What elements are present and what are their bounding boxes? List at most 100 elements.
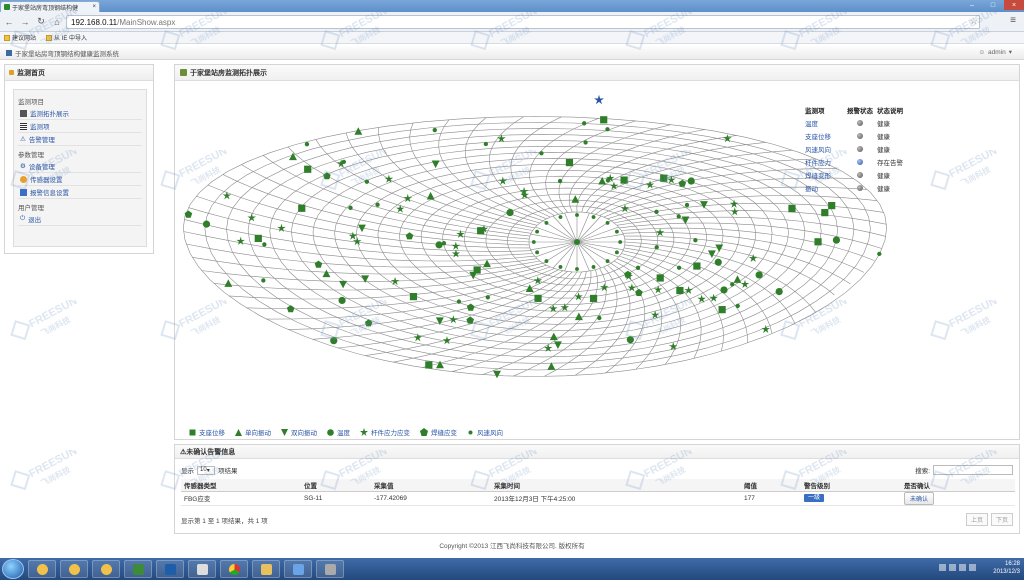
taskbar-ie[interactable] [28,560,56,578]
sensor-marker[interactable] [477,227,485,235]
home-icon[interactable]: ⌂ [52,17,62,27]
sensor-marker[interactable] [314,260,323,268]
sensor-marker[interactable] [733,275,742,283]
sidebar-item-alarm-settings[interactable]: 报警信息设置 [18,186,142,199]
sensor-marker[interactable] [575,213,579,217]
sensor-marker[interactable] [431,160,440,169]
legend-item[interactable]: 焊缝应变 [420,427,457,437]
sensor-marker[interactable] [583,140,588,145]
sensor-marker[interactable] [660,174,668,182]
taskbar-ie2[interactable] [60,560,88,578]
sidebar-item-monitor-items[interactable]: 监测项 [18,120,142,133]
sensor-marker[interactable] [565,158,574,167]
legend-item[interactable]: 杆件应力应变 [360,427,410,437]
taskbar-chrome[interactable] [220,560,248,578]
status-item-link[interactable]: 杆件应力 [805,157,843,167]
sensor-marker[interactable] [575,267,579,271]
sidebar-item-logout[interactable]: ⏻ 退出 [18,213,142,226]
sensor-marker[interactable] [828,202,836,210]
url-input[interactable]: 192.168.0.11/MainShow.aspx [66,15,980,29]
prev-page-button[interactable]: 上页 [965,513,988,526]
sensor-marker[interactable] [614,229,619,234]
sensor-marker[interactable] [709,293,718,302]
sensor-marker[interactable] [262,242,267,247]
sensor-marker[interactable] [788,204,796,213]
sensor-marker[interactable] [605,127,610,132]
sensor-marker[interactable] [676,265,682,270]
sensor-marker[interactable] [591,265,596,269]
sensor-marker[interactable] [775,287,783,296]
sensor-marker[interactable] [322,269,331,278]
sensor-marker[interactable] [426,191,435,200]
user-menu[interactable]: ☺ admin ▾ [978,48,1012,57]
sensor-marker[interactable] [693,262,701,270]
bookmark-import[interactable]: 从 IE 中导入 [46,33,87,42]
sensor-marker[interactable] [574,312,583,321]
sensor-marker[interactable] [597,315,602,321]
sensor-marker[interactable] [236,236,245,245]
sensor-marker[interactable] [442,336,452,345]
legend-item[interactable]: 支座位移 [189,427,225,437]
sensor-marker[interactable] [341,159,347,165]
sensor-marker[interactable] [740,279,750,288]
taskbar-folder[interactable] [252,560,280,578]
sensor-marker[interactable] [687,177,695,185]
sensor-marker[interactable] [591,215,596,219]
sensor-marker[interactable] [620,176,628,184]
sensor-marker[interactable] [436,360,444,369]
sensor-marker[interactable] [261,278,266,283]
sensor-marker[interactable] [574,292,583,301]
sensor-marker[interactable] [715,244,724,253]
taskbar-ie3[interactable] [92,560,120,578]
sensor-marker[interactable] [289,152,297,161]
sensor-marker[interactable] [735,303,740,309]
sensor-marker[interactable] [558,265,563,269]
sensor-marker[interactable] [574,239,580,245]
sensor-marker[interactable] [184,210,193,218]
sidebar-item-sensor-settings[interactable]: 传感器设置 [18,173,142,186]
status-item-link[interactable]: 风速风向 [805,144,843,154]
sensor-marker[interactable] [653,285,663,294]
sensor-marker[interactable] [720,286,728,294]
sensor-marker[interactable] [635,265,641,270]
sensor-marker[interactable] [624,270,632,278]
confirm-button[interactable]: 未确认 [904,491,935,505]
sensor-marker[interactable] [600,116,608,124]
sensor-marker[interactable] [432,127,437,133]
sensor-marker[interactable] [493,370,501,379]
forward-icon[interactable]: → [20,17,30,27]
sensor-marker[interactable] [654,209,659,214]
sensor-marker[interactable] [254,234,262,242]
sensor-marker[interactable] [582,121,587,126]
column-header[interactable]: 采集时间 [491,479,741,492]
sensor-marker[interactable] [832,236,841,244]
sensor-marker[interactable] [554,341,562,349]
sensor-marker[interactable] [304,165,312,173]
sensor-marker[interactable] [814,238,822,246]
sensor-marker[interactable] [557,178,563,184]
sensor-marker[interactable] [330,337,338,345]
column-header[interactable]: 阈值 [741,479,801,492]
column-header[interactable]: 位置 [301,479,371,492]
sensor-marker[interactable] [684,202,690,208]
sensor-marker[interactable] [405,232,414,240]
sensor-marker[interactable] [594,94,604,105]
sensor-marker[interactable] [364,179,370,184]
sensor-marker[interactable] [456,299,462,304]
sensor-marker[interactable] [693,238,698,243]
sensor-marker[interactable] [558,215,563,219]
next-page-button[interactable]: 下页 [990,513,1013,526]
status-item-link[interactable]: 温度 [805,118,843,128]
sensor-marker[interactable] [755,271,763,279]
sensor-marker[interactable] [298,204,306,212]
sensor-marker[interactable] [535,250,540,255]
reload-icon[interactable]: ↻ [36,16,46,27]
sensor-marker[interactable] [466,316,474,324]
taskbar-app[interactable] [284,560,312,578]
sensor-marker[interactable] [435,317,444,325]
sensor-marker[interactable] [614,250,619,255]
minimize-icon[interactable]: – [962,0,982,10]
sensor-marker[interactable] [714,258,722,266]
sensor-marker[interactable] [539,151,544,156]
column-header[interactable]: 是否确认 [901,479,1015,492]
